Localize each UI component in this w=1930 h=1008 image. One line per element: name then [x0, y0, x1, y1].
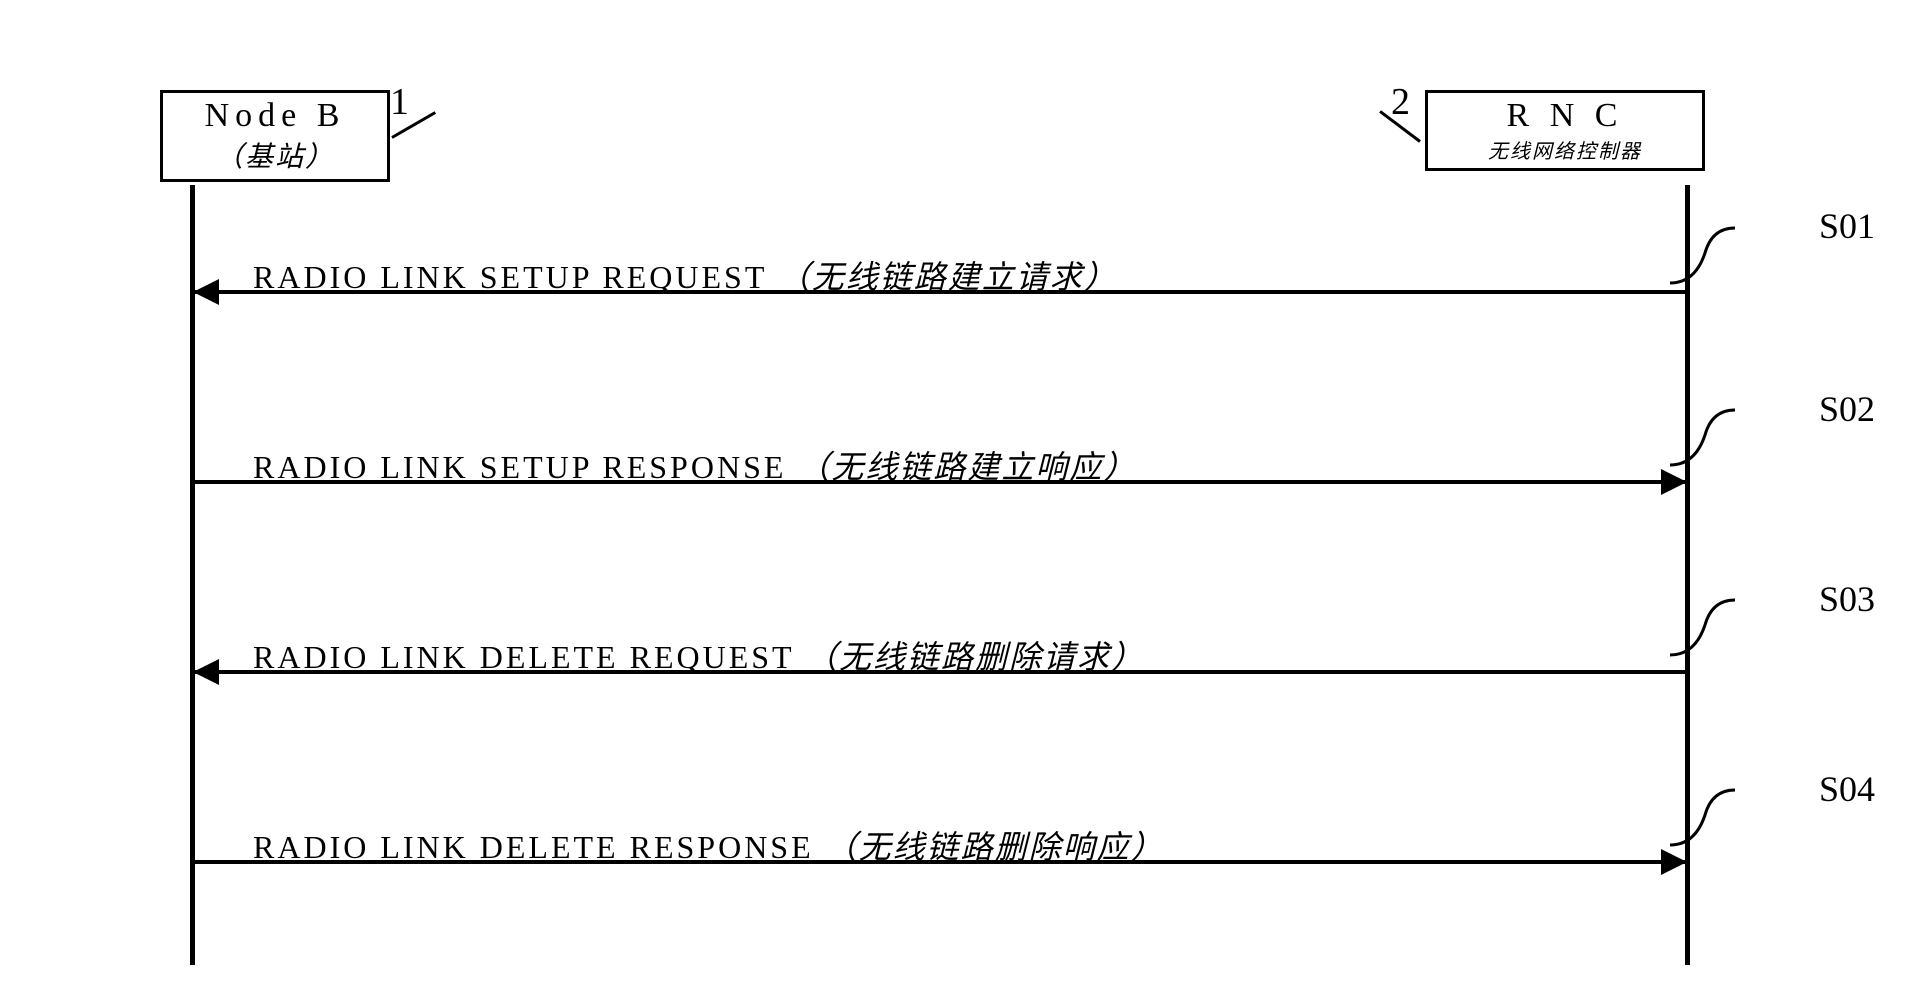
step-curve-s03	[1660, 590, 1740, 660]
message-s02: RADIO LINK SETUP RESPONSE （无线链路建立响应）	[193, 480, 1687, 544]
participant-left-subtitle: （基站）	[171, 135, 379, 175]
participant-left-label: 1	[390, 80, 409, 124]
step-label-s01: S01	[1819, 205, 1875, 247]
participant-right-title: R N C	[1436, 97, 1694, 135]
step-label-s02: S02	[1819, 388, 1875, 430]
participant-node-b: Node B （基站）	[160, 90, 390, 182]
arrow-right-icon	[1661, 849, 1687, 875]
participant-left-title: Node B	[171, 97, 379, 135]
arrow-right-icon	[1661, 469, 1687, 495]
step-label-s03: S03	[1819, 578, 1875, 620]
arrow-left-icon	[193, 659, 219, 685]
step-curve-s02	[1660, 400, 1740, 470]
message-s01: RADIO LINK SETUP REQUEST （无线链路建立请求）	[193, 290, 1687, 354]
message-s02-line	[193, 480, 1687, 484]
step-label-s04: S04	[1819, 768, 1875, 810]
participant-right-label: 2	[1391, 80, 1410, 124]
participant-rnc: R N C 无线网络控制器	[1425, 90, 1705, 171]
sequence-diagram: 1 Node B （基站） 2 R N C 无线网络控制器 RADIO LINK…	[160, 80, 1720, 960]
step-curve-s01	[1660, 218, 1740, 288]
message-s03: RADIO LINK DELETE REQUEST （无线链路删除请求）	[193, 670, 1687, 734]
message-s03-line	[193, 670, 1687, 674]
step-curve-s04	[1660, 780, 1740, 850]
message-s04-line	[193, 860, 1687, 864]
message-s01-line	[193, 290, 1687, 294]
arrow-left-icon	[193, 279, 219, 305]
message-s04: RADIO LINK DELETE RESPONSE （无线链路删除响应）	[193, 860, 1687, 924]
participant-right-subtitle: 无线网络控制器	[1436, 135, 1694, 164]
